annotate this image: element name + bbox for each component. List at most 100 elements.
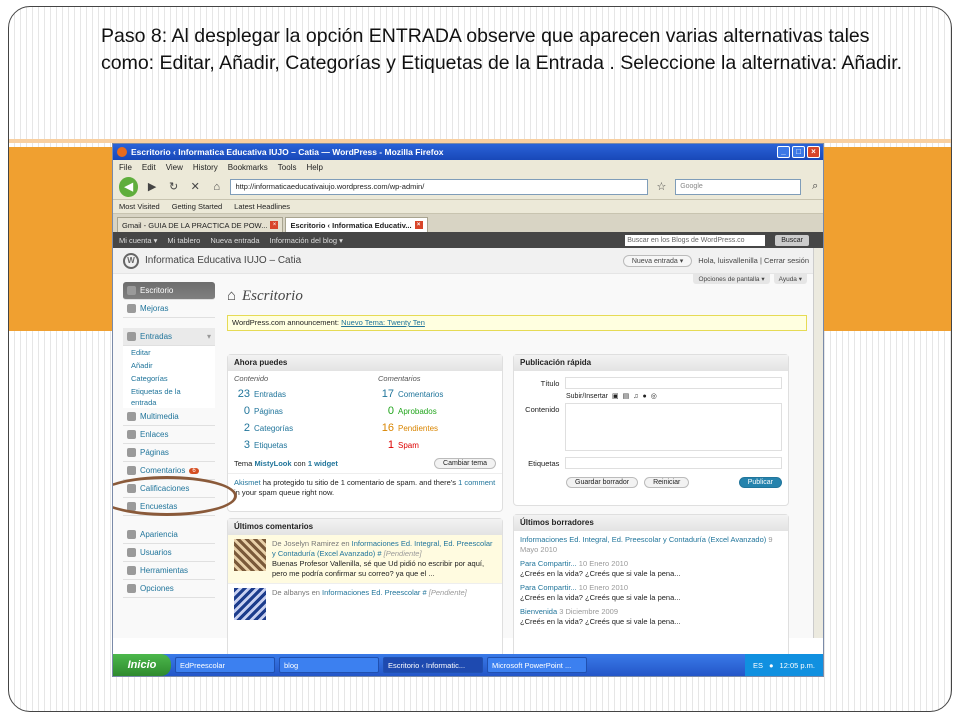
- language-indicator[interactable]: ES: [753, 661, 763, 670]
- titulo-input[interactable]: [565, 377, 782, 389]
- wpbar-mi-tablero[interactable]: Mi tablero: [167, 236, 200, 245]
- submenu-anadir[interactable]: Añadir: [123, 359, 215, 372]
- page-scrollbar[interactable]: [813, 248, 823, 638]
- home-icon[interactable]: ⌂: [209, 181, 225, 193]
- guardar-borrador-button[interactable]: Guardar borrador: [566, 477, 639, 488]
- stat-spam[interactable]: 1 Spam: [378, 437, 443, 454]
- sidebar-item-multimedia[interactable]: Multimedia: [123, 408, 215, 426]
- stat-paginas[interactable]: 0 Páginas: [234, 403, 378, 420]
- wp-header: W Informatica Educativa IUJO – Catia Nue…: [113, 248, 823, 274]
- stat-entradas[interactable]: 23 Entradas: [234, 386, 378, 403]
- stat-etiquetas[interactable]: 3 Etiquetas: [234, 437, 378, 454]
- wpbar-search-button[interactable]: Buscar: [775, 234, 809, 246]
- taskbar-firefox[interactable]: Escritorio ‹ Informatic...: [383, 657, 483, 673]
- tab-close-icon[interactable]: ×: [270, 221, 279, 229]
- stop-icon[interactable]: ✕: [187, 180, 203, 193]
- stat-comentarios[interactable]: 17 Comentarios: [378, 386, 444, 403]
- user-link[interactable]: luisvallenilla: [718, 256, 758, 265]
- bookmark-most-visited[interactable]: Most Visited: [119, 202, 160, 211]
- upload-image-icon[interactable]: ▣: [612, 392, 619, 400]
- taskbar-powerpoint[interactable]: Microsoft PowerPoint ...: [487, 657, 587, 673]
- maximize-button[interactable]: □: [792, 146, 805, 158]
- stat-number: 17: [381, 388, 394, 400]
- back-button[interactable]: ◀: [119, 176, 139, 197]
- bookmark-getting-started[interactable]: Getting Started: [172, 202, 222, 211]
- pages-icon: [127, 448, 136, 457]
- submenu-categorias[interactable]: Categorías: [123, 372, 215, 385]
- wpbar-info-blog[interactable]: Información del blog ▾: [270, 236, 343, 245]
- upload-audio-icon[interactable]: ♫: [633, 393, 638, 400]
- draft-link[interactable]: Para Compartir...: [520, 559, 577, 568]
- widgets-link[interactable]: 1 widget: [308, 459, 338, 468]
- url-bar[interactable]: http://informaticaeducativaiujo.wordpres…: [230, 178, 648, 195]
- sidebar-item-mejoras[interactable]: Mejoras: [123, 300, 215, 318]
- col-comentarios: Comentarios: [378, 374, 421, 383]
- menu-edit[interactable]: Edit: [142, 163, 156, 172]
- change-theme-button[interactable]: Cambiar tema: [434, 458, 496, 469]
- etiquetas-input[interactable]: [565, 457, 782, 469]
- minimize-button[interactable]: _: [777, 146, 790, 158]
- sidebar-item-entradas[interactable]: Entradas ▾: [123, 328, 215, 346]
- wpbar-search-input[interactable]: Buscar en los Blogs de WordPress.co: [625, 234, 766, 246]
- upgrades-icon: [127, 304, 136, 313]
- upload-poll-icon[interactable]: ◎: [651, 392, 657, 400]
- menu-bookmarks[interactable]: Bookmarks: [228, 163, 268, 172]
- draft-item: Para Compartir... 10 Enero 2010 ¿Creés en…: [520, 559, 782, 579]
- taskbar-blog[interactable]: blog: [279, 657, 379, 673]
- search-input[interactable]: Google: [675, 178, 802, 195]
- bookmark-latest-headlines[interactable]: Latest Headlines: [234, 202, 290, 211]
- sidebar-item-paginas[interactable]: Páginas: [123, 444, 215, 462]
- menu-tools[interactable]: Tools: [278, 163, 297, 172]
- sidebar-item-usuarios[interactable]: Usuarios: [123, 544, 215, 562]
- sidebar-item-opciones[interactable]: Opciones: [123, 580, 215, 598]
- wpbar-nueva-entrada[interactable]: Nueva entrada: [210, 236, 259, 245]
- wpbar-mi-cuenta[interactable]: Mi cuenta ▾: [119, 236, 157, 245]
- menu-help[interactable]: Help: [306, 163, 322, 172]
- menu-file[interactable]: File: [119, 163, 132, 172]
- menu-view[interactable]: View: [166, 163, 183, 172]
- spam-queue-link[interactable]: 1 comment: [458, 478, 495, 487]
- sidebar-item-escritorio[interactable]: Escritorio: [123, 282, 215, 300]
- upload-media-icon[interactable]: ●: [643, 393, 647, 400]
- new-post-button[interactable]: Nueva entrada ▾: [622, 254, 693, 267]
- menu-history[interactable]: History: [193, 163, 218, 172]
- stat-label: Etiquetas: [254, 441, 288, 450]
- stat-pendientes[interactable]: 16 Pendientes: [378, 420, 443, 437]
- screen-options-button[interactable]: Opciones de pantalla ▾: [693, 274, 770, 284]
- submenu-etiquetas[interactable]: Etiquetas de la entrada: [123, 385, 215, 408]
- draft-date: 10 Enero 2010: [578, 583, 628, 592]
- stat-categorias[interactable]: 2 Categorías: [234, 420, 378, 437]
- forward-button[interactable]: ▶: [144, 180, 160, 193]
- search-icon[interactable]: ⌕: [807, 180, 823, 193]
- help-button[interactable]: Ayuda ▾: [773, 274, 807, 284]
- sidebar-item-apariencia[interactable]: Apariencia: [123, 526, 215, 544]
- greeting-text: Hola,: [698, 256, 716, 265]
- sidebar-item-enlaces[interactable]: Enlaces: [123, 426, 215, 444]
- tab-close-icon[interactable]: ×: [414, 221, 423, 229]
- close-button[interactable]: ×: [807, 146, 820, 158]
- stat-aprobados[interactable]: 0 Aprobados: [378, 403, 443, 420]
- comment-post-link[interactable]: Informaciones Ed. Preescolar #: [322, 588, 427, 597]
- sidebar-label: Páginas: [140, 448, 169, 457]
- start-button[interactable]: Inicio: [113, 654, 171, 676]
- draft-link[interactable]: Informaciones Ed. Integral, Ed. Preescol…: [520, 535, 766, 544]
- logout-link[interactable]: Cerrar sesión: [764, 256, 809, 265]
- sidebar-item-herramientas[interactable]: Herramientas: [123, 562, 215, 580]
- reiniciar-button[interactable]: Reiniciar: [644, 477, 690, 488]
- notice-link[interactable]: Nuevo Tema: Twenty Ten: [341, 318, 425, 327]
- submenu-editar[interactable]: Editar: [123, 346, 215, 359]
- tab-escritorio[interactable]: Escritorio ‹ Informatica Educativ... ×: [285, 217, 428, 232]
- stat-label: Entradas: [254, 390, 287, 399]
- theme-link[interactable]: MistyLook: [254, 459, 291, 468]
- akismet-link[interactable]: Akismet: [234, 478, 261, 487]
- upload-video-icon[interactable]: ▤: [623, 392, 630, 400]
- tab-gmail[interactable]: Gmail - GUIA DE LA PRACTICA DE POW... ×: [117, 217, 284, 232]
- contenido-textarea[interactable]: [565, 403, 782, 451]
- publicar-button[interactable]: Publicar: [738, 477, 782, 488]
- reload-icon[interactable]: ↻: [166, 180, 182, 193]
- draft-link[interactable]: Bienvenida: [520, 607, 557, 616]
- star-icon[interactable]: ☆: [654, 180, 670, 193]
- tray-icon[interactable]: ●: [769, 661, 774, 670]
- taskbar-edpreescolar[interactable]: EdPreescolar: [175, 657, 275, 673]
- draft-link[interactable]: Para Compartir...: [520, 583, 577, 592]
